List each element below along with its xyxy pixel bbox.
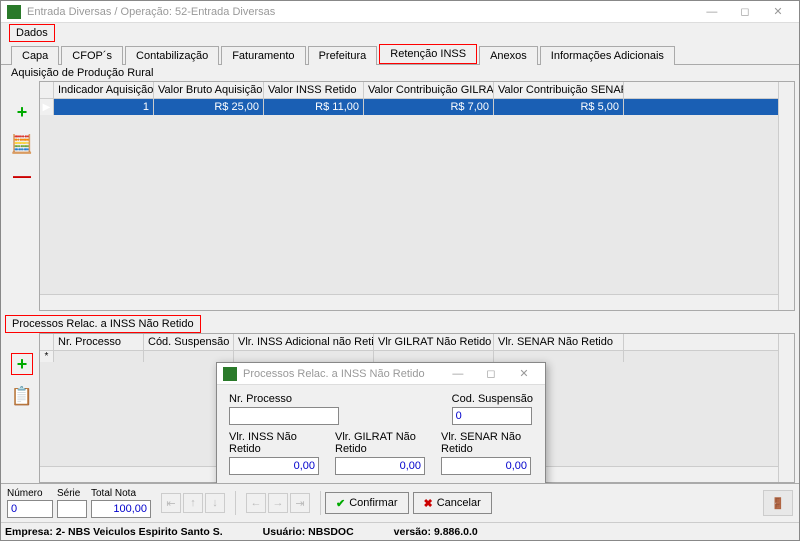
input-vlr-gilrat[interactable] <box>335 457 425 475</box>
nav-last-icon[interactable]: ⇥ <box>290 493 310 513</box>
tab-contabilizacao[interactable]: Contabilização <box>125 46 219 65</box>
dialog-icon <box>223 367 237 381</box>
input-numero[interactable] <box>7 500 53 518</box>
menu-dados[interactable]: Dados <box>9 24 55 42</box>
nav-prev-icon[interactable]: ↑ <box>183 493 203 513</box>
tab-informacoes-adicionais[interactable]: Informações Adicionais <box>540 46 675 65</box>
tabstrip: Capa CFOP´s Contabilização Faturamento P… <box>1 43 799 65</box>
tab-prefeitura[interactable]: Prefeitura <box>308 46 378 65</box>
nav-left-icon[interactable]: ← <box>246 493 266 513</box>
dialog-close-button[interactable]: ✕ <box>509 363 539 383</box>
grid-processos[interactable]: Nr. Processo Cód. Suspensão Vlr. INSS Ad… <box>39 333 795 483</box>
label-vlr-inss: Vlr. INSS Não Retido <box>229 431 321 455</box>
nav-next-icon[interactable]: ↓ <box>205 493 225 513</box>
label-total: Total Nota <box>91 488 151 499</box>
tab-anexos[interactable]: Anexos <box>479 46 538 65</box>
grid1-header: Indicador Aquisição Valor Bruto Aquisiçã… <box>40 82 794 99</box>
dialog-maximize-button[interactable]: ◻ <box>476 363 506 383</box>
new-row-indicator-icon: * <box>40 351 54 362</box>
label-cod-suspensao: Cod. Suspensão <box>452 393 533 405</box>
grid1-hscroll[interactable] <box>40 294 778 310</box>
status-empresa: Empresa: 2- NBS Veiculos Espirito Santo … <box>5 526 223 538</box>
check-icon: ✔ <box>336 497 345 510</box>
minimize-button[interactable]: — <box>697 2 727 22</box>
door-icon: 🚪 <box>771 497 785 510</box>
titlebar: Entrada Diversas / Operação: 52-Entrada … <box>1 1 799 23</box>
section-processos-label: Processos Relac. a INSS Não Retido <box>5 315 201 333</box>
calc-aquisicao-button[interactable]: 🧮 <box>11 133 33 155</box>
copy-processo-button[interactable]: 📋 <box>11 385 33 407</box>
tab-retencao-inss[interactable]: Retenção INSS <box>379 44 477 64</box>
table-row[interactable]: ▶ 1 R$ 25,00 R$ 11,00 R$ 7,00 R$ 5,00 <box>40 99 794 115</box>
col-valor-bruto[interactable]: Valor Bruto Aquisição <box>154 82 264 98</box>
col-inss-retido[interactable]: Valor INSS Retido <box>264 82 364 98</box>
exit-button[interactable]: 🚪 <box>763 490 793 516</box>
col-gilrat[interactable]: Valor Contribuição GILRAT <box>364 82 494 98</box>
dialog-minimize-button[interactable]: — <box>443 364 473 384</box>
nav-right-icon[interactable]: → <box>268 493 288 513</box>
grid1-vscroll[interactable] <box>778 82 794 310</box>
grid1-body: ▶ 1 R$ 25,00 R$ 11,00 R$ 7,00 R$ 5,00 <box>40 99 794 310</box>
col-senar[interactable]: Valor Contribuição SENAR <box>494 82 624 98</box>
app-icon <box>7 5 21 19</box>
window-title: Entrada Diversas / Operação: 52-Entrada … <box>27 6 697 18</box>
status-usuario: Usuário: NBSDOC <box>263 526 354 538</box>
col-vlr-gilrat[interactable]: Vlr GILRAT Não Retido <box>374 334 494 350</box>
status-versao: versão: 9.886.0.0 <box>394 526 478 538</box>
main-window: Entrada Diversas / Operação: 52-Entrada … <box>0 0 800 541</box>
input-cod-suspensao[interactable] <box>452 407 532 425</box>
tab-faturamento[interactable]: Faturamento <box>221 46 305 65</box>
grid2-vscroll[interactable] <box>778 334 794 482</box>
nav-first-icon[interactable]: ⇤ <box>161 493 181 513</box>
tab-content: Aquisição de Produção Rural + 🧮 — Indica… <box>1 65 799 483</box>
col-vlr-inss-adic[interactable]: Vlr. INSS Adicional não Retido <box>234 334 374 350</box>
row-indicator-icon: ▶ <box>40 99 54 115</box>
menubar: Dados <box>1 23 799 43</box>
table-row[interactable]: * <box>40 351 794 362</box>
label-nr-processo: Nr. Processo <box>229 393 438 405</box>
cancelar-button[interactable]: ✖Cancelar <box>413 492 492 514</box>
dialog-title: Processos Relac. a INSS Não Retido <box>243 368 443 380</box>
grid-aquisicao[interactable]: Indicador Aquisição Valor Bruto Aquisiçã… <box>39 81 795 311</box>
input-vlr-senar[interactable] <box>441 457 531 475</box>
input-vlr-inss[interactable] <box>229 457 319 475</box>
label-vlr-senar: Vlr. SENAR Não Retido <box>441 431 533 455</box>
grid1-sidebar: + 🧮 — <box>5 81 39 311</box>
col-nr-processo[interactable]: Nr. Processo <box>54 334 144 350</box>
col-vlr-senar[interactable]: Vlr. SENAR Não Retido <box>494 334 624 350</box>
col-indicador[interactable]: Indicador Aquisição <box>54 82 154 98</box>
label-serie: Série <box>57 488 87 499</box>
grid2-sidebar: + 📋 <box>5 333 39 483</box>
col-cod-suspensao[interactable]: Cód. Suspensão <box>144 334 234 350</box>
cross-icon: ✖ <box>424 497 433 510</box>
remove-aquisicao-button[interactable]: — <box>11 165 33 187</box>
footer-toolbar: Número Série Total Nota ⇤ ↑ ↓ ← → ⇥ ✔Con… <box>1 483 799 522</box>
input-total[interactable] <box>91 500 151 518</box>
grid2-header: Nr. Processo Cód. Suspensão Vlr. INSS Ad… <box>40 334 794 351</box>
grid-processos-area: + 📋 Nr. Processo Cód. Suspensão Vlr. INS… <box>5 333 795 483</box>
statusbar: Empresa: 2- NBS Veiculos Espirito Santo … <box>1 522 799 540</box>
confirmar-button[interactable]: ✔Confirmar <box>325 492 409 514</box>
close-button[interactable]: ✕ <box>763 1 793 21</box>
label-vlr-gilrat: Vlr. GILRAT Não Retido <box>335 431 427 455</box>
input-nr-processo[interactable] <box>229 407 339 425</box>
tab-cfops[interactable]: CFOP´s <box>61 46 123 65</box>
input-serie[interactable] <box>57 500 87 518</box>
dialog-titlebar: Processos Relac. a INSS Não Retido — ◻ ✕ <box>217 363 545 385</box>
label-numero: Número <box>7 488 53 499</box>
add-processo-button[interactable]: + <box>11 353 33 375</box>
section-aquisicao-label: Aquisição de Produção Rural <box>5 65 795 81</box>
add-aquisicao-button[interactable]: + <box>11 101 33 123</box>
grid-aquisicao-area: + 🧮 — Indicador Aquisição Valor Bruto Aq… <box>5 81 795 311</box>
maximize-button[interactable]: ◻ <box>730 1 760 21</box>
dialog-processo: Processos Relac. a INSS Não Retido — ◻ ✕… <box>216 362 546 483</box>
dialog-body: Nr. Processo Cod. Suspensão Vlr. INSS Nã… <box>217 385 545 483</box>
tab-capa[interactable]: Capa <box>11 46 59 65</box>
nav-buttons: ⇤ ↑ ↓ <box>161 493 225 513</box>
